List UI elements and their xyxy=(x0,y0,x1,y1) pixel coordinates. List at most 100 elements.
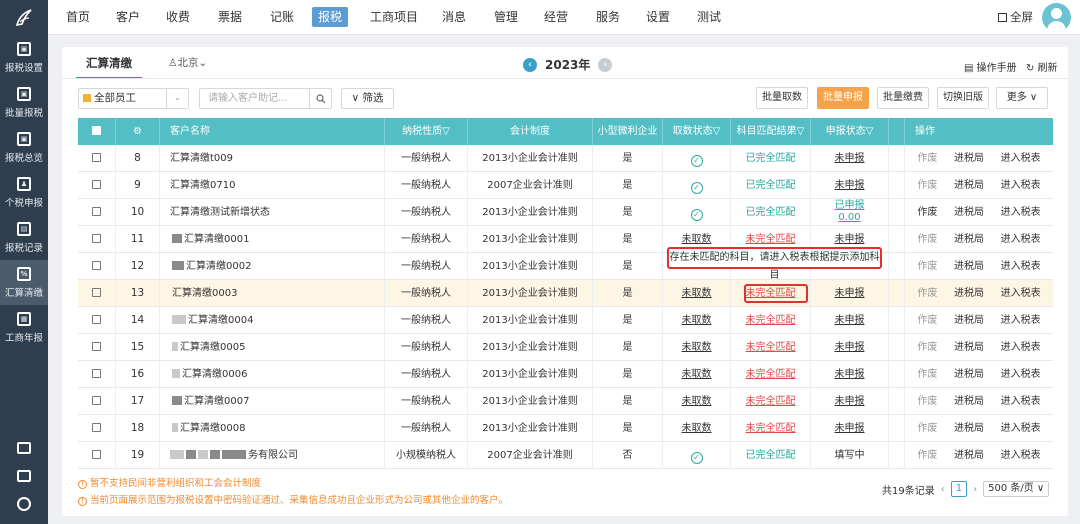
row-checkbox[interactable] xyxy=(92,180,101,189)
sidebar-item-5[interactable]: % 汇算清缴 xyxy=(0,260,48,305)
nav-item-5[interactable]: 报税 xyxy=(312,7,349,27)
next-page-icon[interactable]: › xyxy=(973,484,977,495)
nav-item-7[interactable]: 消息 xyxy=(438,7,470,27)
refresh-button[interactable]: ↻ 刷新 xyxy=(1026,59,1058,74)
avatar[interactable] xyxy=(1042,3,1071,32)
filter-button[interactable]: ∨ 筛选 xyxy=(341,88,394,109)
table-row[interactable]: 16 汇算清缴0006 一般纳税人 2013小企业会计准则是 未取数 未完全匹配 未申报 作废… xyxy=(78,361,1053,388)
enter-tax-bureau-button[interactable]: 进税局 xyxy=(954,280,984,307)
void-button[interactable]: 作废 xyxy=(917,145,937,172)
switch-old-button[interactable]: 切换旧版 xyxy=(937,87,989,109)
col-match[interactable]: 科目匹配结果▽ xyxy=(731,118,811,145)
page-size-select[interactable]: 500 条/页 ∨ xyxy=(983,481,1050,497)
table-row[interactable]: 12 汇算清缴0002 一般纳税人 2013小企业会计准则是 作废 进税局 进入税表 xyxy=(78,253,1053,280)
declare-status[interactable]: 未申报 xyxy=(835,288,865,299)
nav-item-10[interactable]: 服务 xyxy=(592,7,624,27)
enter-tax-form-button[interactable]: 进入税表 xyxy=(1001,280,1041,307)
batch-fetch-button[interactable]: 批量取数 xyxy=(756,87,808,109)
client-name[interactable]: 汇算清缴0005 xyxy=(180,342,245,353)
table-row[interactable]: 14 汇算清缴0004 一般纳税人 2013小企业会计准则是 未取数 未完全匹配 未申报 作废… xyxy=(78,307,1053,334)
void-button[interactable]: 作废 xyxy=(917,361,937,388)
sidebar-item-1[interactable]: ▣ 批量报税 xyxy=(0,80,48,125)
col-declare[interactable]: 申报状态▽ xyxy=(811,118,889,145)
table-row[interactable]: 18 汇算清缴0008 一般纳税人 2013小企业会计准则是 未取数 未完全匹配 未申报 作废… xyxy=(78,415,1053,442)
void-button[interactable]: 作废 xyxy=(917,388,937,415)
declare-status[interactable]: 未申报 xyxy=(835,342,865,353)
declare-status[interactable]: 未申报 xyxy=(835,396,865,407)
declare-status[interactable]: 未申报 xyxy=(835,153,865,164)
client-name[interactable]: 汇算清缴0006 xyxy=(182,369,247,380)
client-name[interactable]: 务有限公司 xyxy=(248,450,298,461)
enter-tax-bureau-button[interactable]: 进税局 xyxy=(954,415,984,442)
row-checkbox[interactable] xyxy=(92,450,101,459)
enter-tax-bureau-button[interactable]: 进税局 xyxy=(954,253,984,280)
employee-select[interactable]: 全部员工 ⌄ xyxy=(78,88,189,109)
row-checkbox[interactable] xyxy=(92,234,101,243)
nav-item-8[interactable]: 管理 xyxy=(490,7,522,27)
enter-tax-bureau-button[interactable]: 进税局 xyxy=(954,307,984,334)
match-result[interactable]: 未完全匹配 xyxy=(746,396,796,407)
prev-year-icon[interactable]: ‹ xyxy=(523,57,537,72)
enter-tax-form-button[interactable]: 进入税表 xyxy=(1001,388,1041,415)
select-all-checkbox[interactable] xyxy=(92,126,101,135)
client-name[interactable]: 汇算清缴0001 xyxy=(184,234,249,245)
client-name[interactable]: 汇算清缴0008 xyxy=(180,423,245,434)
page-number[interactable]: 1 xyxy=(950,481,968,497)
manual-link[interactable]: ▤ 操作手册 xyxy=(964,59,1017,74)
match-result[interactable]: 未完全匹配 xyxy=(746,315,796,326)
batch-declare-button[interactable]: 批量申报 xyxy=(817,87,869,109)
match-result[interactable]: 已完全匹配 xyxy=(746,450,796,461)
row-checkbox[interactable] xyxy=(92,153,101,162)
client-name[interactable]: 汇算清缴0004 xyxy=(188,315,253,326)
table-row[interactable]: 13 汇算清缴0003 一般纳税人 2013小企业会计准则是未取数 未完全匹配 未申报 作废… xyxy=(78,280,1053,307)
enter-tax-bureau-button[interactable]: 进税局 xyxy=(954,145,984,172)
nav-item-4[interactable]: 记账 xyxy=(266,7,298,27)
sidebar-item-0[interactable]: ▣ 报税设置 xyxy=(0,35,48,80)
void-button[interactable]: 作废 xyxy=(917,226,937,253)
void-button[interactable]: 作废 xyxy=(917,280,937,307)
search-icon[interactable] xyxy=(309,89,331,108)
void-button[interactable]: 作废 xyxy=(917,415,937,442)
declare-status[interactable]: 未申报 xyxy=(835,369,865,380)
declare-status[interactable]: 未申报 xyxy=(835,234,865,245)
declare-amount[interactable]: 0.00 xyxy=(811,212,888,224)
nav-item-9[interactable]: 经营 xyxy=(540,7,572,27)
batch-pay-button[interactable]: 批量缴费 xyxy=(877,87,929,109)
enter-tax-bureau-button[interactable]: 进税局 xyxy=(954,442,984,469)
search-input[interactable]: 请输入客户助记... xyxy=(199,88,332,109)
void-button[interactable]: 作废 xyxy=(917,442,937,469)
void-button[interactable]: 作废 xyxy=(917,253,937,280)
client-name[interactable]: 汇算清缴0003 xyxy=(172,288,237,299)
row-checkbox[interactable] xyxy=(92,288,101,297)
enter-tax-bureau-button[interactable]: 进税局 xyxy=(954,226,984,253)
match-result[interactable]: 未完全匹配 xyxy=(746,423,796,434)
sidebar-item-6[interactable]: ▦ 工商年报 xyxy=(0,305,48,350)
enter-tax-form-button[interactable]: 进入税表 xyxy=(1001,226,1041,253)
nav-item-6[interactable]: 工商项目 xyxy=(366,7,422,27)
void-button[interactable]: 作废 xyxy=(917,172,937,199)
table-row[interactable]: 9 汇算清缴0710 一般纳税人 2007企业会计准则是 ✓ 已完全匹配 未申报 作废 进税局进… xyxy=(78,172,1053,199)
declare-status[interactable]: 已申报 xyxy=(811,200,888,212)
declare-status[interactable]: 未申报 xyxy=(835,315,865,326)
enter-tax-bureau-button[interactable]: 进税局 xyxy=(954,199,984,226)
terminal-icon[interactable] xyxy=(0,434,48,462)
table-row[interactable]: 11 汇算清缴0001 一般纳税人 2013小企业会计准则是 未取数 未完全匹配 未申报 作废… xyxy=(78,226,1053,253)
match-result[interactable]: 已完全匹配 xyxy=(746,153,796,164)
nav-item-0[interactable]: 首页 xyxy=(62,7,94,27)
fetch-status[interactable]: 未取数 xyxy=(682,315,712,326)
fetch-status[interactable]: 未取数 xyxy=(682,342,712,353)
tab-hsqj[interactable]: 汇算清缴 xyxy=(76,47,142,79)
prev-page-icon[interactable]: ‹ xyxy=(941,484,945,495)
location-select[interactable]: ♙北京⌄ xyxy=(168,47,207,79)
row-checkbox[interactable] xyxy=(92,261,101,270)
enter-tax-form-button[interactable]: 进入税表 xyxy=(1001,253,1041,280)
enter-tax-form-button[interactable]: 进入税表 xyxy=(1001,307,1041,334)
void-button[interactable]: 作废 xyxy=(917,334,937,361)
fetch-status[interactable]: 未取数 xyxy=(682,423,712,434)
enter-tax-form-button[interactable]: 进入税表 xyxy=(1001,334,1041,361)
enter-tax-bureau-button[interactable]: 进税局 xyxy=(954,361,984,388)
row-checkbox[interactable] xyxy=(92,369,101,378)
nav-item-1[interactable]: 客户 xyxy=(112,7,144,27)
match-result[interactable]: 未完全匹配 xyxy=(746,342,796,353)
more-button[interactable]: 更多 ∨ xyxy=(996,87,1048,109)
